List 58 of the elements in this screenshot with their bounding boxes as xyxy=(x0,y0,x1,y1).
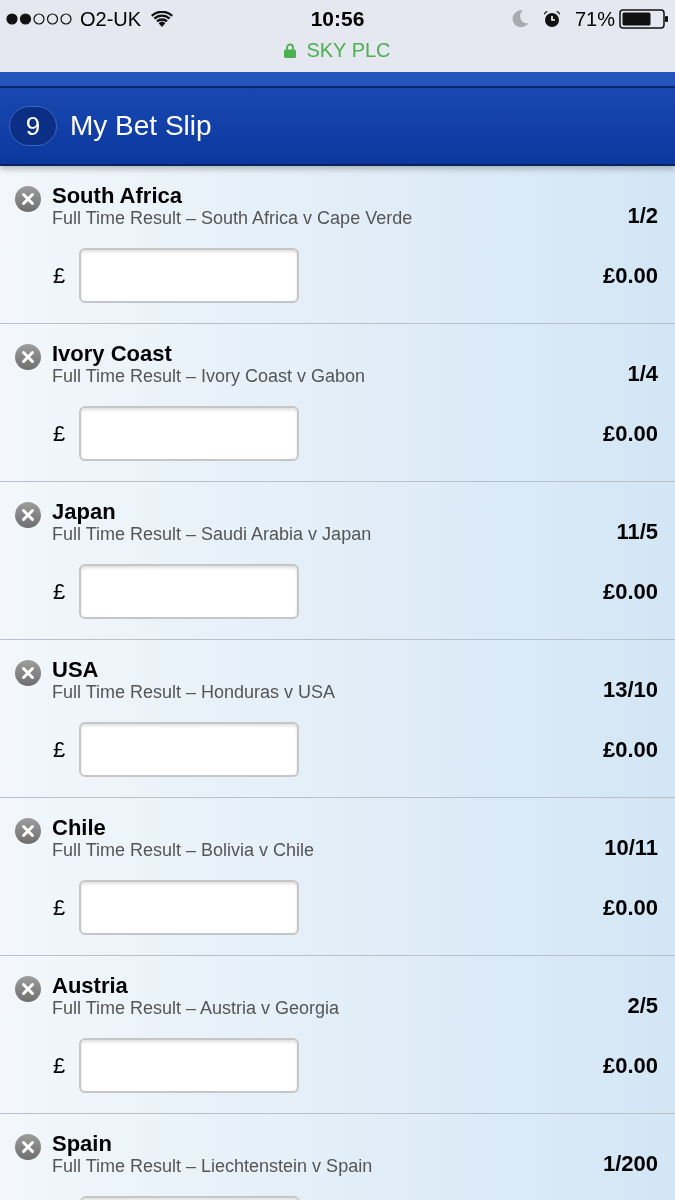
odds: 11/5 xyxy=(616,520,658,544)
odds: 1/200 xyxy=(602,1152,658,1176)
selection-name: USA xyxy=(52,658,100,682)
remove-icon[interactable] xyxy=(15,186,41,212)
potential-returns: £0.00 xyxy=(602,263,658,288)
potential-returns: £0.00 xyxy=(602,895,658,920)
odds: 10/11 xyxy=(604,836,658,860)
currency-symbol: £ xyxy=(53,421,66,446)
remove-icon[interactable] xyxy=(15,1134,41,1160)
market-description: Full Time Result – Austria v Georgia xyxy=(52,998,340,1018)
market-description: Full Time Result – South Africa v Cape Verde xyxy=(52,208,413,228)
remove-icon[interactable] xyxy=(15,502,41,528)
odds: 1/2 xyxy=(627,204,658,228)
stake-input[interactable] xyxy=(79,722,300,777)
selection-name: Spain xyxy=(52,1132,113,1156)
stake-input[interactable] xyxy=(79,406,300,461)
odds: 1/4 xyxy=(627,362,658,386)
stake-input[interactable] xyxy=(79,564,300,619)
wifi-icon xyxy=(151,11,174,27)
market-description: Full Time Result – Liechtenstein v Spain xyxy=(52,1156,373,1176)
potential-returns: £0.00 xyxy=(602,579,658,604)
signal-strength-icon xyxy=(6,13,72,25)
currency-symbol: £ xyxy=(53,895,66,920)
selection-name: South Africa xyxy=(52,184,183,208)
odds: 13/10 xyxy=(602,678,658,702)
potential-returns: £0.00 xyxy=(602,737,658,762)
remove-icon[interactable] xyxy=(15,344,41,370)
market-description: Full Time Result – Bolivia v Chile xyxy=(52,840,315,860)
market-description: Full Time Result – Ivory Coast v Gabon xyxy=(52,366,366,386)
currency-symbol: £ xyxy=(53,579,66,604)
currency-symbol: £ xyxy=(53,737,66,762)
currency-symbol: £ xyxy=(53,1053,66,1078)
market-description: Full Time Result – Honduras v USA xyxy=(52,682,336,702)
stake-input[interactable] xyxy=(79,248,300,303)
bet-count-badge: 9 xyxy=(9,106,57,146)
battery-icon xyxy=(619,9,669,29)
remove-icon[interactable] xyxy=(15,976,41,1002)
market-description: Full Time Result – Saudi Arabia v Japan xyxy=(52,524,372,544)
remove-icon[interactable] xyxy=(15,660,41,686)
carrier-name: O2-UK xyxy=(80,8,142,30)
alarm-clock-icon xyxy=(542,10,561,28)
battery-percentage: 71% xyxy=(574,8,615,30)
selection-name: Japan xyxy=(52,500,117,524)
currency-symbol: £ xyxy=(53,263,66,288)
page-title: My Bet Slip xyxy=(70,110,212,142)
potential-returns: £0.00 xyxy=(602,421,658,446)
remove-icon[interactable] xyxy=(15,818,41,844)
site-name: SKY PLC xyxy=(306,39,391,61)
odds: 2/5 xyxy=(627,994,658,1018)
selection-name: Chile xyxy=(52,816,107,840)
lock-icon xyxy=(284,42,297,58)
moon-icon xyxy=(511,10,529,28)
potential-returns: £0.00 xyxy=(602,1053,658,1078)
selection-name: Ivory Coast xyxy=(52,342,173,366)
clock-time: 10:56 xyxy=(310,8,365,30)
stake-input[interactable] xyxy=(79,1038,300,1093)
selection-name: Austria xyxy=(52,974,129,998)
stake-input[interactable] xyxy=(79,880,300,935)
